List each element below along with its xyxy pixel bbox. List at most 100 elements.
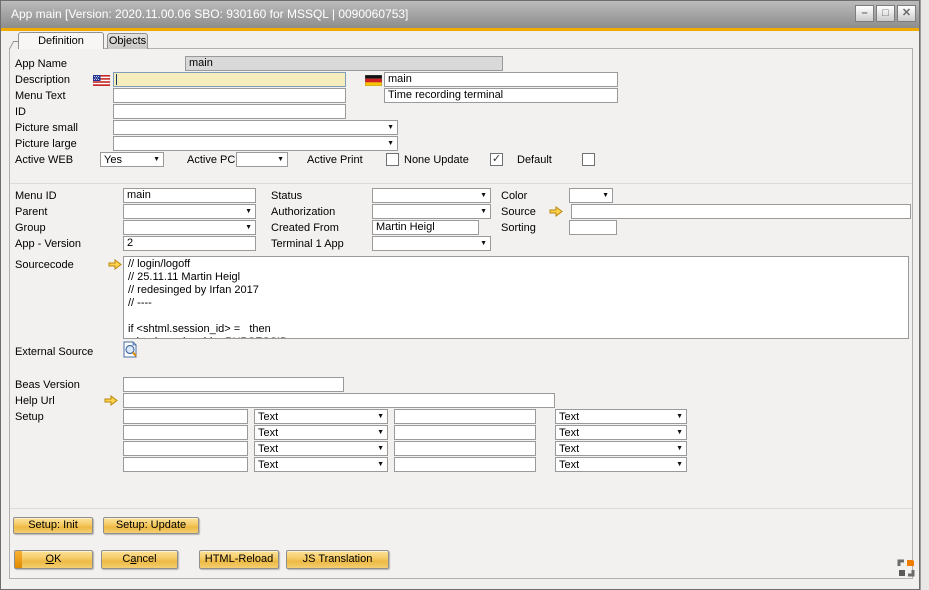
setup-type1-select[interactable]: Text ▼ (254, 441, 388, 456)
picture-small-select[interactable]: ▼ (113, 120, 398, 135)
setup-type2-select[interactable]: Text ▼ (555, 425, 687, 440)
setup-type1-value: Text (258, 459, 278, 471)
setup-label: Setup (15, 410, 44, 425)
setup-type2-select[interactable]: Text ▼ (555, 441, 687, 456)
chevron-down-icon: ▼ (387, 124, 394, 131)
app-version-label: App - Version (15, 237, 81, 252)
external-source-preview-icon[interactable] (123, 341, 138, 361)
minimize-icon[interactable]: – (855, 5, 874, 22)
none-update-checkbox[interactable]: ✓ (490, 153, 503, 166)
description-label: Description (15, 73, 70, 88)
setup-value2-input[interactable] (394, 425, 536, 440)
active-print-checkbox[interactable] (386, 153, 399, 166)
menu-id-input[interactable]: main (123, 188, 256, 203)
setup-value2-input[interactable] (394, 457, 536, 472)
active-print-label: Active Print (307, 153, 363, 168)
tab-definition[interactable]: Definition (18, 32, 104, 49)
setup-value1-input[interactable] (123, 457, 248, 472)
sourcecode-textarea[interactable]: // login/logoff // 25.11.11 Martin Heigl… (123, 256, 909, 339)
maximize-icon[interactable]: □ (876, 5, 895, 22)
sourcecode-label: Sourcecode (15, 258, 74, 273)
html-reload-button[interactable]: HTML-Reload (199, 550, 279, 569)
app-name-field: main (185, 56, 503, 71)
chevron-down-icon: ▼ (245, 224, 252, 231)
status-select[interactable]: ▼ (372, 188, 491, 203)
button-area-divider (10, 508, 912, 509)
id-label: ID (15, 105, 26, 120)
link-arrow-icon[interactable] (104, 395, 118, 409)
cancel-button[interactable]: Cancel (101, 550, 178, 569)
ok-button[interactable]: OK (14, 550, 93, 569)
active-web-value: Yes (104, 154, 122, 166)
setup-init-button[interactable]: Setup: Init (13, 517, 93, 534)
chevron-down-icon: ▼ (480, 208, 487, 215)
chevron-down-icon: ▼ (480, 240, 487, 247)
link-arrow-icon[interactable] (549, 206, 563, 220)
sorting-input[interactable] (569, 220, 617, 235)
setup-type1-select[interactable]: Text ▼ (254, 409, 388, 424)
ok-button-label: O (46, 553, 55, 565)
default-button-marker (15, 551, 22, 568)
menu-text-input[interactable] (113, 88, 346, 103)
none-update-label: None Update (404, 153, 469, 168)
close-icon[interactable]: ✕ (897, 5, 916, 22)
setup-update-button[interactable]: Setup: Update (103, 517, 199, 534)
source-input[interactable] (571, 204, 911, 219)
setup-value1-input[interactable] (123, 441, 248, 456)
js-translation-button[interactable]: JS Translation (286, 550, 389, 569)
parent-select[interactable]: ▼ (123, 204, 256, 219)
id-input[interactable] (113, 104, 346, 119)
setup-type2-select[interactable]: Text ▼ (555, 409, 687, 424)
background-window-strip (920, 0, 929, 590)
chevron-down-icon: ▼ (676, 413, 683, 420)
window-title: App main [Version: 2020.11.00.06 SBO: 93… (11, 7, 408, 21)
color-select[interactable]: ▼ (569, 188, 613, 203)
authorization-select[interactable]: ▼ (372, 204, 491, 219)
help-url-label: Help Url (15, 394, 55, 409)
setup-value1-input[interactable] (123, 425, 248, 440)
setup-type2-select[interactable]: Text ▼ (555, 457, 687, 472)
chevron-down-icon: ▼ (480, 192, 487, 199)
setup-value2-input[interactable] (394, 409, 536, 424)
setup-value1-input[interactable] (123, 409, 248, 424)
group-select[interactable]: ▼ (123, 220, 256, 235)
terminal-1-app-label: Terminal 1 App (271, 237, 344, 252)
setup-type1-select[interactable]: Text ▼ (254, 425, 388, 440)
setup-value2-input[interactable] (394, 441, 536, 456)
menu-text-de-input[interactable]: Time recording terminal (384, 88, 618, 103)
chevron-down-icon: ▼ (377, 445, 384, 452)
chevron-down-icon: ▼ (676, 461, 683, 468)
active-web-select[interactable]: Yes ▼ (100, 152, 164, 167)
chevron-down-icon: ▼ (245, 208, 252, 215)
chevron-down-icon: ▼ (377, 429, 384, 436)
default-checkbox[interactable] (582, 153, 595, 166)
default-label: Default (517, 153, 552, 168)
authorization-label: Authorization (271, 205, 335, 220)
title-bar[interactable]: App main [Version: 2020.11.00.06 SBO: 93… (1, 1, 920, 28)
menu-id-label: Menu ID (15, 189, 57, 204)
chevron-down-icon: ▼ (676, 429, 683, 436)
setup-type1-select[interactable]: Text ▼ (254, 457, 388, 472)
terminal-1-app-select[interactable]: ▼ (372, 236, 491, 251)
beas-version-input[interactable] (123, 377, 344, 392)
picture-large-select[interactable]: ▼ (113, 136, 398, 151)
created-from-label: Created From (271, 221, 339, 236)
help-url-input[interactable] (123, 393, 555, 408)
group-label: Group (15, 221, 46, 236)
germany-flag-icon (365, 75, 382, 89)
chevron-down-icon: ▼ (387, 140, 394, 147)
setup-type1-value: Text (258, 411, 278, 423)
active-web-label: Active WEB (15, 153, 73, 168)
setup-type1-value: Text (258, 427, 278, 439)
app-version-input[interactable]: 2 (123, 236, 256, 251)
resize-grip-icon[interactable] (897, 559, 915, 580)
text-caret (116, 74, 117, 85)
description-en-input[interactable] (113, 72, 346, 87)
created-from-input[interactable]: Martin Heigl (372, 220, 479, 235)
section-divider (10, 183, 912, 184)
description-de-input[interactable]: main (384, 72, 618, 87)
link-arrow-icon[interactable] (108, 259, 122, 273)
active-pc-select[interactable]: ▼ (236, 152, 288, 167)
color-label: Color (501, 189, 527, 204)
tab-objects[interactable]: Objects (107, 33, 148, 49)
